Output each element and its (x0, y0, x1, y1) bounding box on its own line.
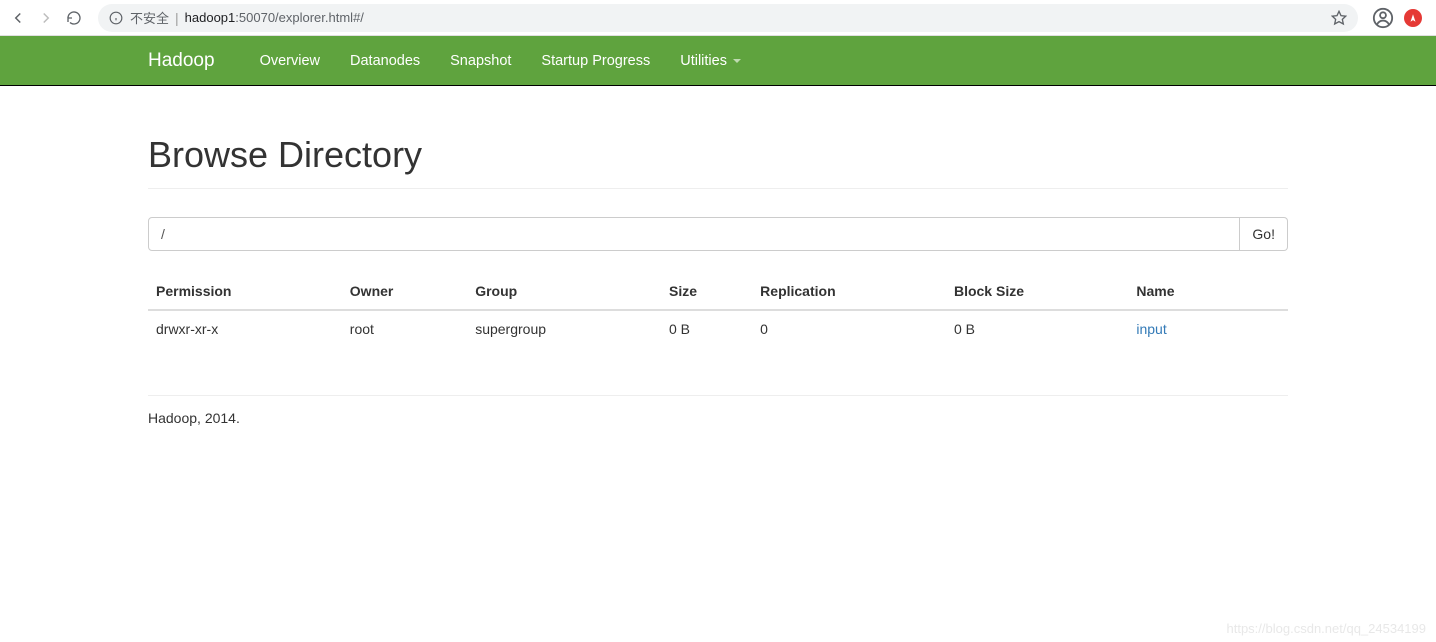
nav-utilities-label: Utilities (680, 53, 727, 69)
forward-button[interactable] (36, 8, 56, 28)
cell-block-size: 0 B (946, 310, 1128, 347)
bookmark-star-icon[interactable] (1330, 9, 1348, 27)
cell-size: 0 B (661, 310, 752, 347)
reload-button[interactable] (64, 8, 84, 28)
chevron-down-icon (733, 59, 741, 63)
url-host: hadoop1 (185, 10, 236, 25)
name-link[interactable]: input (1136, 321, 1166, 337)
extension-icon[interactable] (1404, 9, 1422, 27)
th-replication: Replication (752, 275, 946, 310)
info-icon (108, 10, 124, 26)
cell-permission: drwxr-xr-x (148, 310, 342, 347)
address-bar[interactable]: 不安全 | hadoop1:50070/explorer.html#/ (98, 4, 1358, 32)
page-title: Browse Directory (148, 134, 1288, 176)
main-container: Browse Directory Go! Permission Owner Gr… (133, 134, 1303, 440)
security-label: 不安全 (130, 8, 169, 27)
th-permission: Permission (148, 275, 342, 310)
path-input[interactable] (148, 217, 1240, 251)
back-button[interactable] (8, 8, 28, 28)
address-separator: | (175, 10, 179, 26)
watermark: https://blog.csdn.net/qq_24534199 (1227, 621, 1427, 636)
nav-utilities[interactable]: Utilities (665, 38, 756, 84)
th-owner: Owner (342, 275, 467, 310)
path-input-group: Go! (148, 217, 1288, 251)
browser-chrome: 不安全 | hadoop1:50070/explorer.html#/ (0, 0, 1436, 36)
navbar: Hadoop Overview Datanodes Snapshot Start… (0, 36, 1436, 86)
nav-datanodes[interactable]: Datanodes (335, 38, 435, 84)
table-header-row: Permission Owner Group Size Replication … (148, 275, 1288, 310)
cell-replication: 0 (752, 310, 946, 347)
page-header: Browse Directory (148, 134, 1288, 189)
nav-overview[interactable]: Overview (245, 38, 335, 84)
cell-name: input (1128, 310, 1288, 347)
cell-owner: root (342, 310, 467, 347)
th-name: Name (1128, 275, 1288, 310)
brand[interactable]: Hadoop (148, 50, 215, 72)
th-size: Size (661, 275, 752, 310)
user-profile-icon[interactable] (1372, 7, 1394, 29)
th-group: Group (467, 275, 661, 310)
footer: Hadoop, 2014. (148, 396, 1288, 440)
url-rest: :50070/explorer.html#/ (235, 10, 364, 25)
table-row: drwxr-xr-x root supergroup 0 B 0 0 B inp… (148, 310, 1288, 347)
url-text: hadoop1:50070/explorer.html#/ (185, 10, 364, 25)
nav-snapshot[interactable]: Snapshot (435, 38, 526, 84)
nav-startup-progress[interactable]: Startup Progress (526, 38, 665, 84)
th-block-size: Block Size (946, 275, 1128, 310)
chrome-right-controls (1372, 7, 1428, 29)
directory-table: Permission Owner Group Size Replication … (148, 275, 1288, 347)
go-button[interactable]: Go! (1240, 217, 1288, 251)
cell-group: supergroup (467, 310, 661, 347)
